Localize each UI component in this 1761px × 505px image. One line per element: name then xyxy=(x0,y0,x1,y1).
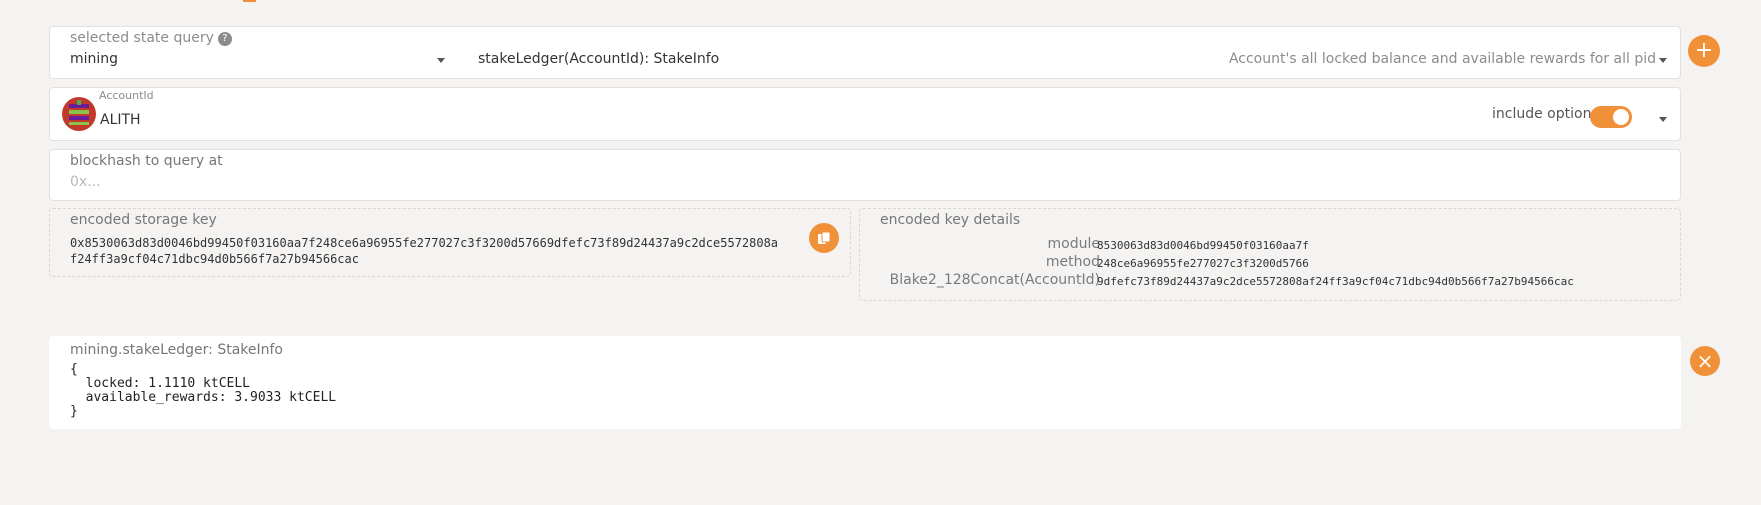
result-locked: locked: 1.1110 ktCELL xyxy=(70,376,251,391)
account-id-label: AccountId xyxy=(99,89,154,102)
blockhash-placeholder[interactable]: 0x... xyxy=(70,174,101,190)
blockhash-label: blockhash to query at xyxy=(70,153,223,169)
encoded-storage-key-panel: encoded storage key 0x8530063d83d0046bd9… xyxy=(49,208,851,277)
method-select-value[interactable]: stakeLedger(AccountId): StakeInfo xyxy=(478,51,719,67)
result-close-brace: } xyxy=(70,404,78,419)
account-id-value[interactable]: ALITH xyxy=(100,112,141,128)
module-select-value[interactable]: mining xyxy=(70,51,118,67)
detail-key-method: method xyxy=(1045,254,1100,270)
encoded-storage-key-label: encoded storage key xyxy=(70,212,217,228)
result-available-rewards: available_rewards: 3.9033 ktCELL xyxy=(70,390,337,405)
account-identicon-icon xyxy=(62,97,96,131)
state-query-label: selected state query? xyxy=(70,30,232,46)
encoded-key-details-panel: encoded key details module 8530063d83d00… xyxy=(859,208,1681,301)
blockhash-input[interactable]: blockhash to query at 0x... xyxy=(49,149,1681,201)
active-tab-indicator xyxy=(243,0,256,2)
encoded-key-details-label: encoded key details xyxy=(880,212,1021,228)
detail-value-module: 8530063d83d0046bd99450f03160aa7f xyxy=(1097,239,1309,252)
account-chevron-down-icon[interactable] xyxy=(1659,117,1667,122)
include-option-toggle[interactable] xyxy=(1590,106,1632,128)
encoded-storage-key-value: 0x8530063d83d0046bd99450f03160aa7f248ce6… xyxy=(70,235,810,267)
detail-key-hasher: Blake2_128Concat(AccountId) xyxy=(889,272,1100,288)
copy-icon xyxy=(818,231,831,244)
encoded-key-line-1: 0x8530063d83d0046bd99450f03160aa7f248ce6… xyxy=(70,236,779,250)
add-query-button[interactable]: + xyxy=(1688,35,1720,67)
query-result-panel: mining.stakeLedger: StakeInfo { locked: … xyxy=(49,336,1681,429)
module-chevron-down-icon[interactable] xyxy=(437,58,445,63)
detail-value-method: 248ce6a96955fe277027c3f3200d5766 xyxy=(1097,257,1309,270)
state-query-selector[interactable]: selected state query? mining stakeLedger… xyxy=(49,26,1681,79)
result-title: mining.stakeLedger: StakeInfo xyxy=(70,342,283,358)
toggle-knob xyxy=(1613,109,1629,125)
encoded-key-line-2: f24ff3a9cf04c71dbc94d0b566f7a27b94566cac xyxy=(70,252,359,266)
copy-button[interactable] xyxy=(809,223,839,253)
method-description: Account's all locked balance and availab… xyxy=(1228,51,1656,67)
remove-result-button[interactable]: × xyxy=(1690,346,1720,376)
help-icon[interactable]: ? xyxy=(217,32,232,46)
detail-key-module: module xyxy=(1047,236,1100,252)
include-option-label: include option xyxy=(1492,106,1592,122)
detail-value-hasher: 9dfefc73f89d24437a9c2dce5572808af24ff3a9… xyxy=(1097,275,1574,288)
account-id-input[interactable]: AccountId ALITH include option xyxy=(49,87,1681,141)
method-chevron-down-icon[interactable] xyxy=(1659,58,1667,63)
result-open-brace: { xyxy=(70,362,78,377)
result-body: { locked: 1.1110 ktCELL available_reward… xyxy=(70,363,336,419)
